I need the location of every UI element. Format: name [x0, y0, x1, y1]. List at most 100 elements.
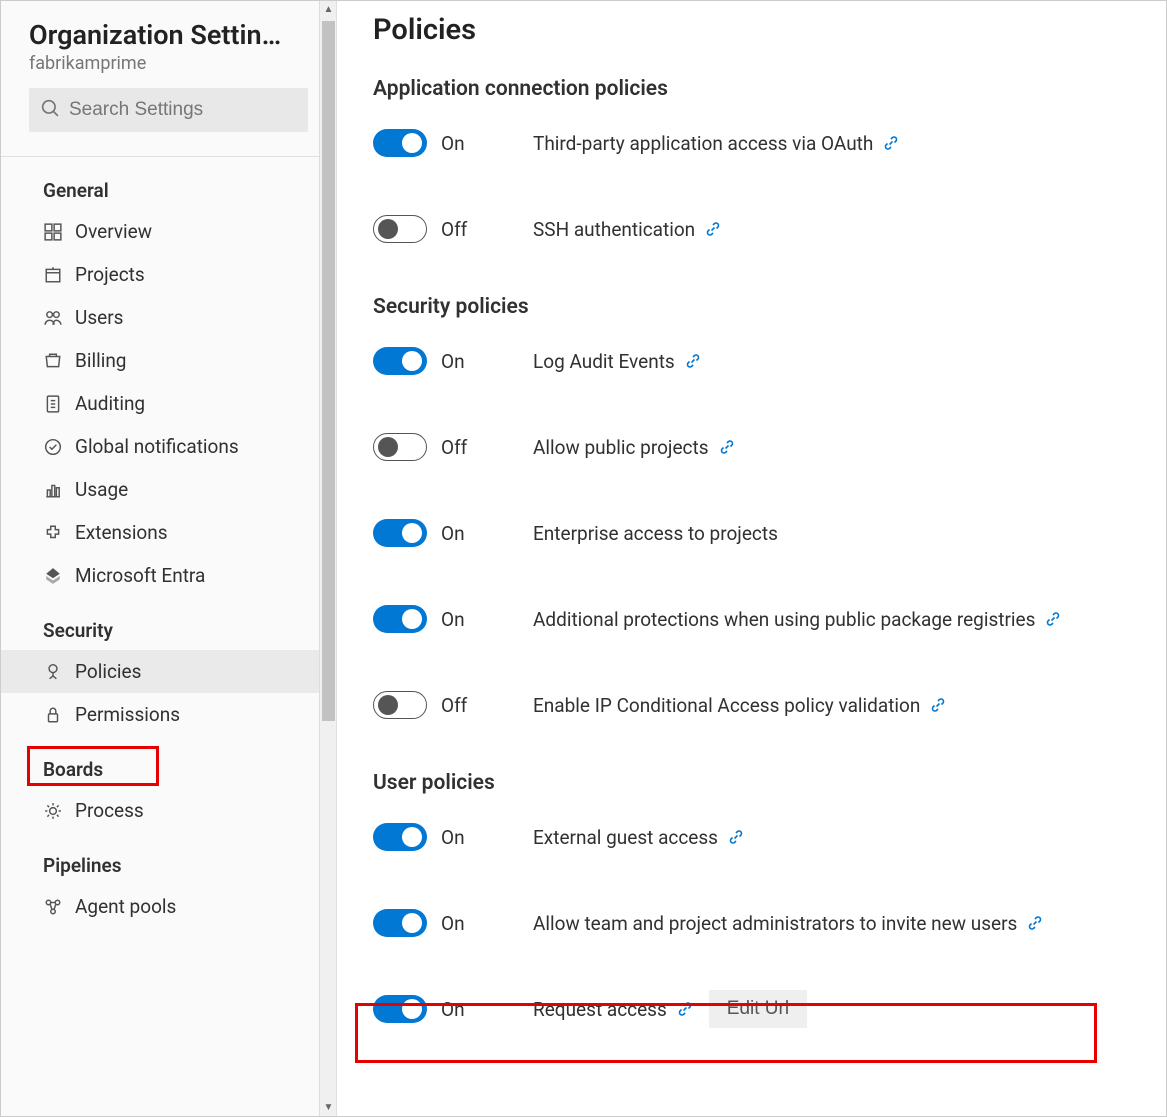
toggle-state-label: On	[441, 522, 465, 545]
sidebar-item-global-notifications[interactable]: Global notifications	[1, 425, 336, 468]
search-input[interactable]	[69, 99, 296, 121]
policy-label: Enable IP Conditional Access policy vali…	[533, 694, 946, 717]
toggle-switch[interactable]	[373, 605, 427, 633]
projects-icon	[43, 265, 63, 285]
sidebar-item-label: Extensions	[75, 521, 168, 544]
sidebar-item-permissions[interactable]: Permissions	[1, 693, 336, 736]
agentpools-icon	[43, 897, 63, 917]
entra-icon	[43, 566, 63, 586]
sidebar-item-process[interactable]: Process	[1, 789, 336, 832]
sidebar-item-label: Usage	[75, 478, 128, 501]
policy-label-text: Allow team and project administrators to…	[533, 912, 1017, 935]
policy-label: Request accessEdit Url	[533, 990, 807, 1028]
sidebar-title: Organization Settin…	[29, 19, 308, 51]
policy-row: On Log Audit Events	[373, 341, 1130, 381]
billing-icon	[43, 351, 63, 371]
policy-label-text: Additional protections when using public…	[533, 608, 1035, 631]
sidebar-item-label: Process	[75, 799, 144, 822]
policy-label-text: Log Audit Events	[533, 350, 675, 373]
sidebar-item-microsoft-entra[interactable]: Microsoft Entra	[1, 554, 336, 597]
sidebar-item-auditing[interactable]: Auditing	[1, 382, 336, 425]
extensions-icon	[43, 523, 63, 543]
toggle-state-label: On	[441, 998, 465, 1021]
policy-row: On External guest access	[373, 817, 1130, 857]
sidebar-item-label: Agent pools	[75, 895, 176, 918]
organization-name: fabrikamprime	[29, 53, 308, 74]
permissions-icon	[43, 705, 63, 725]
sidebar-item-label: Users	[75, 306, 123, 329]
link-icon[interactable]	[1045, 611, 1061, 627]
toggle-switch[interactable]	[373, 995, 427, 1023]
sidebar-item-label: Permissions	[75, 703, 180, 726]
sidebar-item-usage[interactable]: Usage	[1, 468, 336, 511]
link-icon[interactable]	[728, 829, 744, 845]
search-settings-box[interactable]	[29, 88, 308, 132]
scroll-up-arrow[interactable]: ▲	[320, 1, 337, 18]
toggle-switch[interactable]	[373, 691, 427, 719]
policy-label: SSH authentication	[533, 218, 721, 241]
policy-label-text: SSH authentication	[533, 218, 695, 241]
policy-row: OffSSH authentication	[373, 209, 1130, 249]
nav-section-pipelines: Pipelines	[1, 832, 336, 885]
toggle-state-label: On	[441, 608, 465, 631]
policy-row: OffAllow public projects	[373, 427, 1130, 467]
sidebar-item-label: Microsoft Entra	[75, 564, 205, 587]
policy-row: On Additional protections when using publ…	[373, 599, 1130, 639]
sidebar-item-extensions[interactable]: Extensions	[1, 511, 336, 554]
toggle-switch[interactable]	[373, 347, 427, 375]
policy-label: Third-party application access via OAuth	[533, 132, 899, 155]
policy-label: Allow team and project administrators to…	[533, 912, 1043, 935]
policy-label: External guest access	[533, 826, 744, 849]
link-icon[interactable]	[685, 353, 701, 369]
link-icon[interactable]	[705, 221, 721, 237]
nav-section-boards: Boards	[1, 736, 336, 789]
sidebar-item-users[interactable]: Users	[1, 296, 336, 339]
sidebar-item-overview[interactable]: Overview	[1, 210, 336, 253]
nav-section-security: Security	[1, 597, 336, 650]
policy-label-text: Enable IP Conditional Access policy vali…	[533, 694, 920, 717]
policy-row: On Request accessEdit Url	[373, 989, 1130, 1029]
policy-label: Additional protections when using public…	[533, 608, 1061, 631]
toggle-switch[interactable]	[373, 519, 427, 547]
sidebar-item-label: Overview	[75, 220, 152, 243]
link-icon[interactable]	[719, 439, 735, 455]
toggle-switch[interactable]	[373, 909, 427, 937]
link-icon[interactable]	[883, 135, 899, 151]
scrollbar-thumb[interactable]	[322, 21, 335, 721]
sidebar-item-label: Global notifications	[75, 435, 239, 458]
search-icon	[41, 99, 69, 121]
scroll-down-arrow[interactable]: ▼	[320, 1099, 337, 1116]
link-icon[interactable]	[930, 697, 946, 713]
policy-row: On Allow team and project administrators …	[373, 903, 1130, 943]
toggle-switch[interactable]	[373, 215, 427, 243]
policy-section-title: Security policies	[373, 295, 1130, 319]
policy-row: On Third-party application access via OAu…	[373, 123, 1130, 163]
link-icon[interactable]	[1027, 915, 1043, 931]
policy-label-text: Enterprise access to projects	[533, 522, 778, 545]
toggle-switch[interactable]	[373, 433, 427, 461]
toggle-switch[interactable]	[373, 823, 427, 851]
edit-url-button[interactable]: Edit Url	[709, 990, 807, 1028]
toggle-state-label: Off	[441, 694, 467, 717]
sidebar-scrollbar[interactable]: ▲ ▼	[319, 1, 336, 1116]
policy-section-title: Application connection policies	[373, 77, 1130, 101]
policy-label: Enterprise access to projects	[533, 522, 778, 545]
toggle-state-label: On	[441, 350, 465, 373]
sidebar-item-label: Billing	[75, 349, 126, 372]
toggle-state-label: On	[441, 132, 465, 155]
sidebar-item-billing[interactable]: Billing	[1, 339, 336, 382]
sidebar-item-projects[interactable]: Projects	[1, 253, 336, 296]
policy-row: Off Enable IP Conditional Access policy v…	[373, 685, 1130, 725]
page-title: Policies	[373, 13, 1130, 47]
main-content: Policies Application connection policies…	[337, 1, 1166, 1116]
sidebar-item-agent-pools[interactable]: Agent pools	[1, 885, 336, 928]
toggle-switch[interactable]	[373, 129, 427, 157]
sidebar-item-policies[interactable]: Policies	[1, 650, 336, 693]
sidebar-item-label: Policies	[75, 660, 141, 683]
toggle-state-label: On	[441, 826, 465, 849]
policy-label-text: Third-party application access via OAuth	[533, 132, 873, 155]
auditing-icon	[43, 394, 63, 414]
toggle-state-label: On	[441, 912, 465, 935]
toggle-state-label: Off	[441, 436, 467, 459]
link-icon[interactable]	[677, 1001, 693, 1017]
